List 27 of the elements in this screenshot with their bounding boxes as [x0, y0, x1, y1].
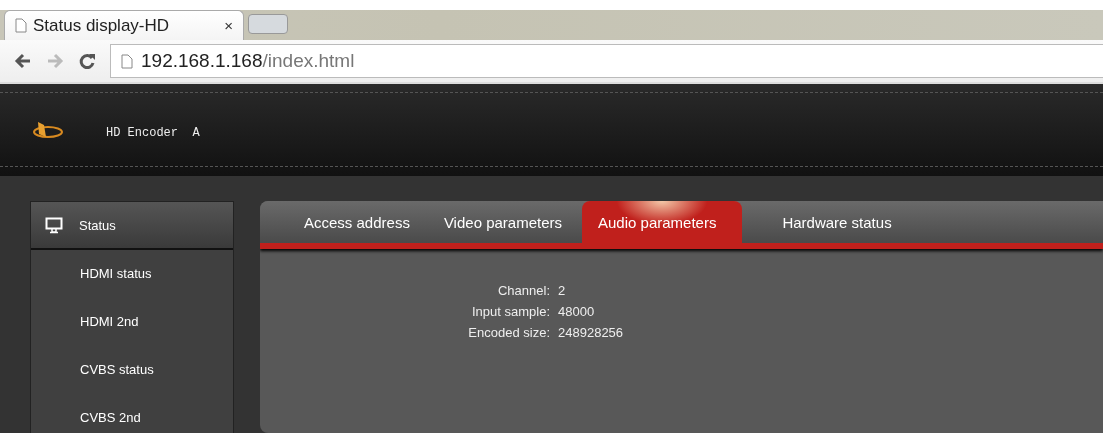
sidebar-item[interactable]: HDMI status: [31, 250, 233, 298]
sidebar-section-title: Status: [79, 217, 116, 233]
tab[interactable]: Hardware status: [768, 201, 906, 243]
field-value: 248928256: [558, 325, 624, 340]
page-icon: [15, 18, 27, 33]
address-text: 192.168.1.168/index.html: [141, 50, 355, 72]
sidebar-item[interactable]: HDMI 2nd: [31, 298, 233, 346]
field-label: Channel:: [496, 283, 550, 298]
tab[interactable]: Access address: [290, 201, 424, 243]
sidebar-header[interactable]: Status: [31, 202, 233, 250]
close-icon[interactable]: ×: [224, 17, 233, 34]
field-label: Input sample:: [470, 304, 550, 319]
page-icon: [121, 53, 133, 69]
tab-title: Status display-HD: [33, 15, 171, 36]
field-label: Encoded size:: [467, 325, 550, 340]
reload-icon[interactable]: [78, 52, 96, 70]
sidebar-item[interactable]: CVBS 2nd: [31, 394, 233, 433]
tab[interactable]: Video parameters: [429, 201, 576, 243]
field-value: 48000: [558, 304, 596, 319]
sidebar-item[interactable]: CVBS status: [31, 346, 233, 394]
address-field[interactable]: 192.168.1.168/index.html: [110, 44, 1103, 78]
monitor-icon: [45, 216, 63, 234]
browser-tab[interactable]: Status display-HD ×: [4, 10, 244, 40]
field-value: 2: [558, 283, 567, 298]
tab[interactable]: Audio parameters: [582, 201, 743, 243]
back-icon[interactable]: [14, 52, 32, 70]
app-title: HD Encoder A: [106, 126, 200, 140]
